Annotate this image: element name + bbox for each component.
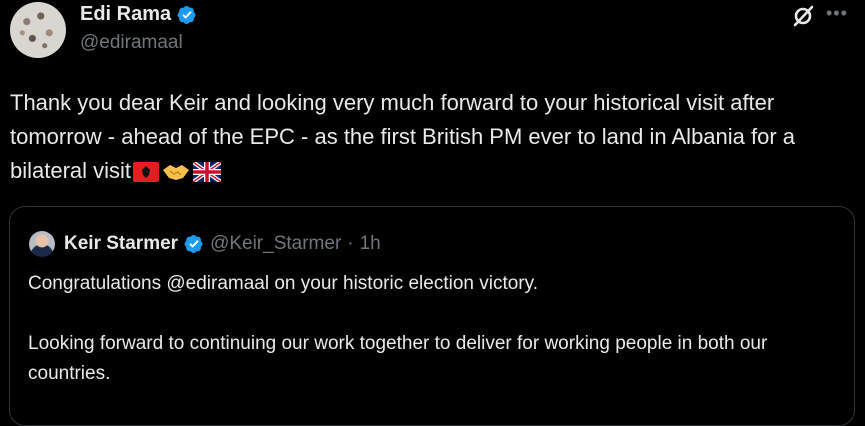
- quoted-tweet[interactable]: Keir Starmer @Keir_Starmer · 1h Congratu…: [9, 206, 855, 426]
- grok-icon[interactable]: [790, 3, 816, 29]
- tweet-body: Thank you dear Keir and looking very muc…: [10, 90, 796, 183]
- author-avatar[interactable]: [10, 2, 66, 58]
- uk-flag-icon: [191, 158, 223, 192]
- author-name-row: Edi Rama: [80, 3, 197, 26]
- quoted-header: Keir Starmer @Keir_Starmer · 1h: [64, 233, 381, 255]
- quoted-timestamp[interactable]: 1h: [360, 233, 381, 255]
- more-options-icon[interactable]: •••: [826, 3, 852, 25]
- tweet-text: Thank you dear Keir and looking very muc…: [10, 86, 850, 192]
- author-display-name[interactable]: Edi Rama: [80, 3, 171, 26]
- quoted-separator: ·: [347, 233, 354, 254]
- handshake-icon: [161, 158, 191, 192]
- albania-flag-icon: [133, 158, 160, 192]
- quoted-verified-badge-icon[interactable]: [184, 234, 204, 254]
- quoted-author-avatar[interactable]: [29, 231, 55, 257]
- verified-badge-icon[interactable]: [177, 5, 197, 25]
- quoted-text: Congratulations @ediramaal on your histo…: [28, 269, 838, 389]
- quoted-paragraph-1: Congratulations @ediramaal on your histo…: [28, 273, 539, 294]
- quoted-paragraph-2: Looking forward to continuing our work t…: [28, 333, 768, 384]
- quoted-handle[interactable]: @Keir_Starmer: [210, 233, 341, 255]
- author-handle[interactable]: @ediramaal: [80, 32, 183, 54]
- quoted-display-name[interactable]: Keir Starmer: [64, 233, 178, 255]
